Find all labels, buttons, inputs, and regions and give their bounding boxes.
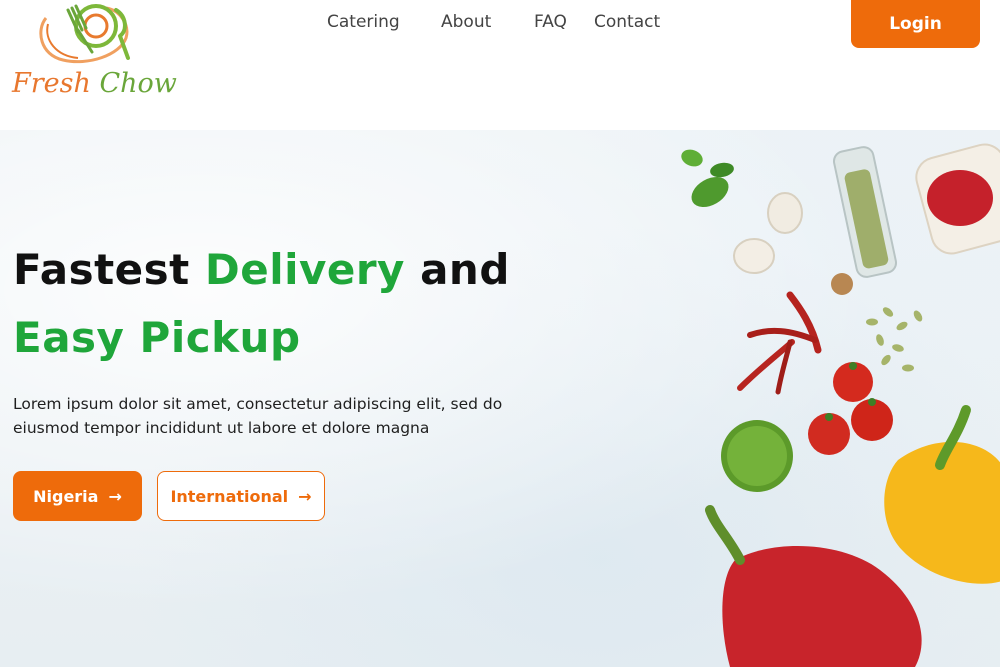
- nav-link-faq[interactable]: FAQ: [534, 12, 567, 32]
- brand-logo[interactable]: Fresh Chow: [8, 0, 177, 115]
- hero-section: Fastest Delivery and Easy Pickup Lorem i…: [0, 130, 1000, 667]
- arrow-right-icon: →: [298, 486, 312, 506]
- headline-word-delivery: Delivery: [204, 245, 405, 294]
- nav-link-catering[interactable]: Catering: [327, 12, 400, 32]
- international-button-label: International: [170, 486, 289, 506]
- nigeria-button-label: Nigeria: [33, 486, 99, 506]
- headline-word-fastest: Fastest: [13, 245, 190, 294]
- brand-word-chow: Chow: [99, 68, 177, 99]
- hero-description: Lorem ipsum dolor sit amet, consectetur …: [13, 395, 503, 437]
- hero-headline-line1: Fastest Delivery and: [13, 245, 510, 294]
- nav-link-about[interactable]: About: [441, 12, 491, 32]
- arrow-right-icon: →: [108, 486, 122, 506]
- headline-word-and: and: [420, 245, 510, 294]
- login-button[interactable]: Login: [851, 0, 980, 48]
- headline-easy-pickup: Easy Pickup: [13, 313, 301, 362]
- brand-word-fresh: Fresh: [12, 68, 91, 99]
- brand-wordmark: Fresh Chow: [12, 68, 177, 99]
- nav-link-contact[interactable]: Contact: [594, 12, 660, 32]
- basil-leaf-icon: [681, 149, 734, 208]
- site-header: Fresh Chow Catering About FAQ Contact Lo…: [0, 0, 1000, 130]
- hero-headline-line2: Easy Pickup: [13, 313, 301, 362]
- vegetables-image: [681, 143, 1000, 667]
- nigeria-button[interactable]: Nigeria →: [13, 471, 142, 521]
- international-button[interactable]: International →: [157, 471, 325, 521]
